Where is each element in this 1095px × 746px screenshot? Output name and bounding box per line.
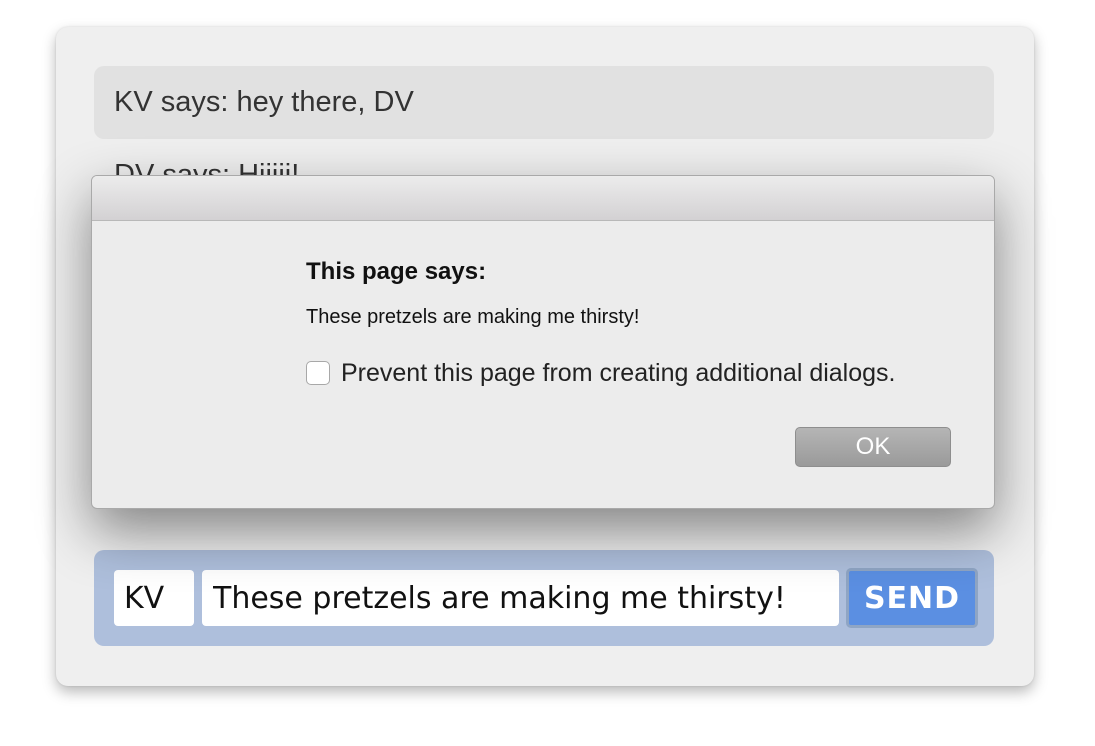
send-button[interactable]: SEND	[846, 568, 978, 628]
dialog-titlebar	[92, 176, 994, 221]
dialog-heading: This page says:	[306, 258, 487, 285]
prevent-dialogs-option[interactable]: Prevent this page from creating addition…	[306, 359, 896, 387]
prevent-dialogs-checkbox[interactable]	[306, 361, 330, 385]
name-input[interactable]	[114, 570, 194, 626]
ok-button[interactable]: OK	[795, 427, 951, 467]
chat-message: KV says: hey there, DV	[94, 66, 994, 139]
message-composer: SEND	[94, 550, 994, 646]
alert-dialog: This page says: These pretzels are makin…	[91, 175, 995, 509]
message-input[interactable]	[202, 570, 839, 626]
dialog-message: These pretzels are making me thirsty!	[306, 306, 640, 328]
prevent-dialogs-label[interactable]: Prevent this page from creating addition…	[341, 359, 896, 388]
